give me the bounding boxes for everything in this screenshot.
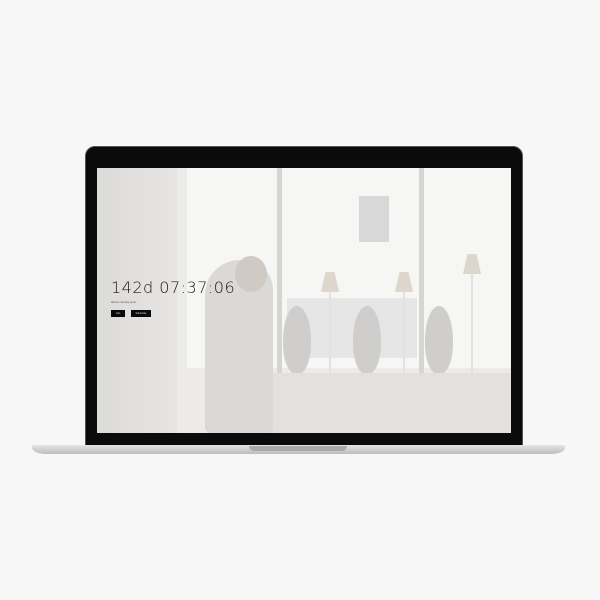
countdown-timer: 142d 07:37:06 <box>111 278 236 297</box>
subscribe-button[interactable]: Subscribe <box>131 310 151 317</box>
laptop-notch <box>249 446 347 451</box>
laptop-screen: 142d 07:37:06 about coming soon Join Sub… <box>97 168 511 433</box>
lamp <box>471 264 473 388</box>
background-wall <box>97 168 177 433</box>
wall-picture <box>359 196 389 242</box>
countdown-subtitle: about coming soon <box>111 300 137 304</box>
join-button[interactable]: Join <box>111 310 125 317</box>
vase <box>283 306 311 374</box>
vase <box>425 306 453 374</box>
window-mullion <box>419 168 424 378</box>
window-mullion <box>277 168 282 378</box>
vase <box>353 306 381 374</box>
person-head <box>235 256 267 292</box>
